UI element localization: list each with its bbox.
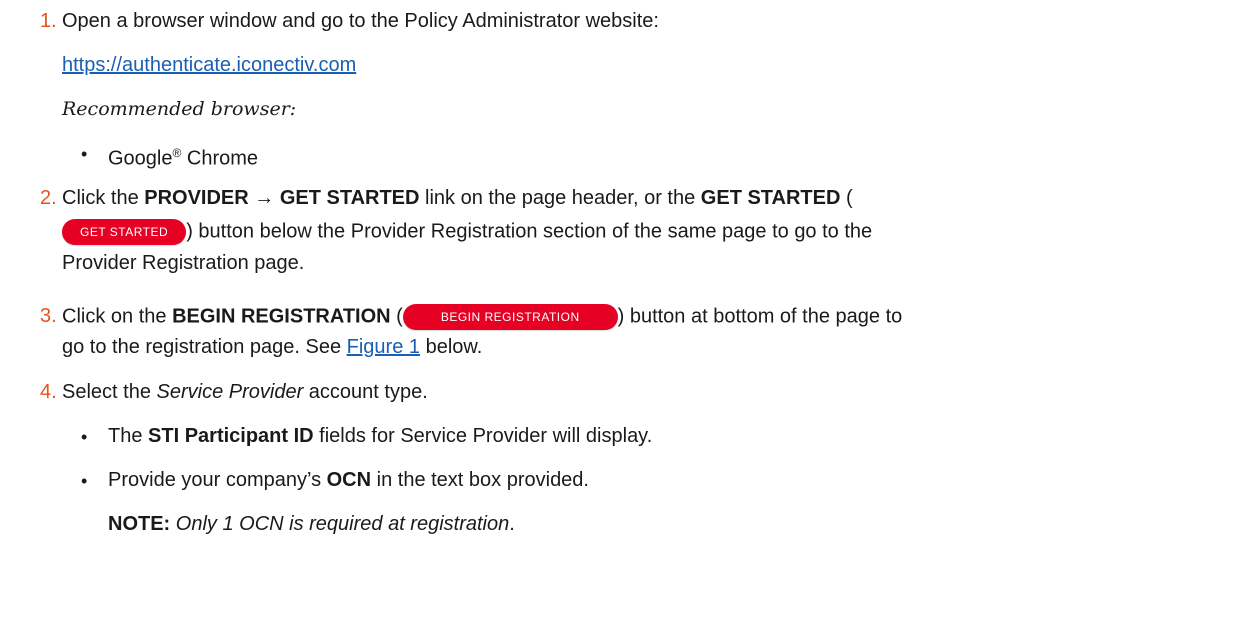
browser-item: Google® Chrome: [108, 146, 259, 170]
step-4-bullet-2: Provide your company’s OCN in the text b…: [108, 469, 589, 491]
step-3-text-line-2: go to the registration page. See Figure …: [62, 336, 483, 358]
step-2-number: 2.: [40, 187, 57, 209]
policy-admin-link[interactable]: https://authenticate.iconectiv.com: [62, 54, 356, 76]
figure-1-link[interactable]: Figure 1: [347, 336, 420, 358]
step-4-number: 4.: [40, 381, 57, 403]
registration-note: NOTE: Only 1 OCN is required at registra…: [108, 513, 515, 535]
step-4-text: Select the Service Provider account type…: [62, 381, 428, 403]
instruction-document: 1. Open a browser window and go to the P…: [0, 0, 1243, 633]
step-1-url-line: https://authenticate.iconectiv.com: [62, 53, 356, 77]
step-1-text: Open a browser window and go to the Poli…: [62, 10, 659, 32]
step-3-number: 3.: [40, 305, 57, 327]
get-started-button[interactable]: GET STARTED: [62, 219, 187, 245]
begin-registration-button[interactable]: BEGIN REGISTRATION: [402, 304, 618, 330]
step-4-bullet-1: The STI Participant ID fields for Servic…: [108, 425, 653, 447]
step-1-number: 1.: [40, 10, 57, 32]
recommended-browser-heading: Recommended browser:: [62, 98, 297, 120]
bullet-icon: •: [81, 144, 88, 164]
step-3-text-line-1: Click on the BEGIN REGISTRATION (BEGIN R…: [62, 304, 902, 330]
bullet-icon: •: [81, 427, 88, 447]
step-2-text-line-2: GET STARTED) button below the Provider R…: [62, 219, 872, 245]
step-2-text-line-1: Click the PROVIDER → GET STARTED link on…: [62, 187, 853, 209]
step-2-text-line-3: Provider Registration page.: [62, 252, 305, 274]
bullet-icon: •: [81, 471, 88, 491]
